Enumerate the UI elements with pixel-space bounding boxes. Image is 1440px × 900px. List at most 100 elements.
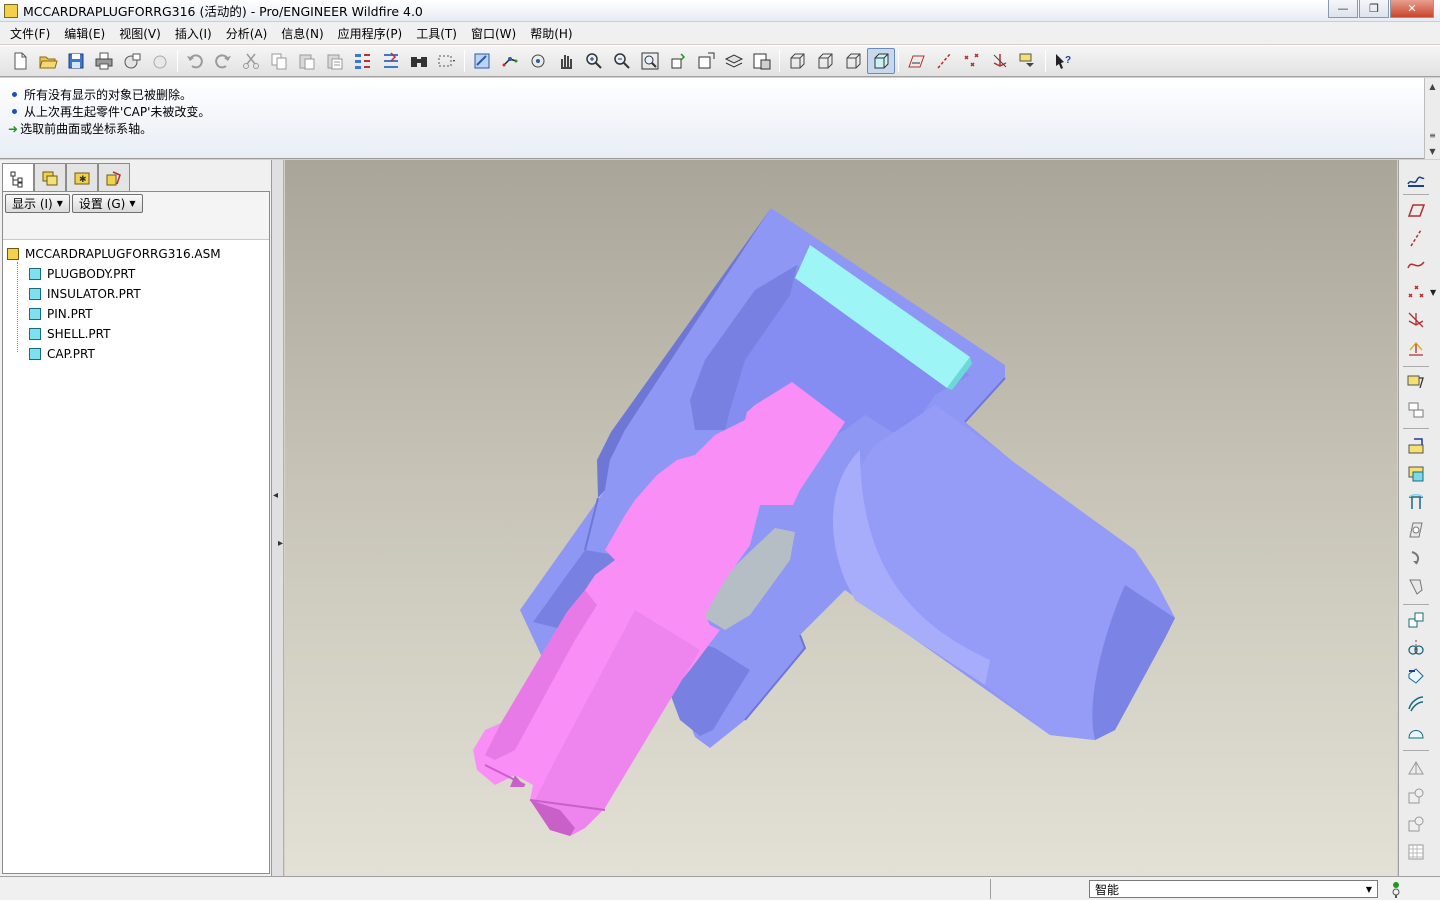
maximize-button[interactable]: ❐ bbox=[1359, 0, 1389, 18]
menu-view[interactable]: 视图(V) bbox=[112, 25, 168, 42]
menu-edit[interactable]: 编辑(E) bbox=[57, 25, 112, 42]
datum-point-icon[interactable] bbox=[1403, 280, 1429, 304]
datum-csys-icon[interactable] bbox=[1403, 308, 1429, 332]
scroll-thumb[interactable]: ≡ bbox=[1425, 127, 1440, 143]
datum-points-icon[interactable] bbox=[958, 48, 986, 74]
no-hidden-icon[interactable] bbox=[839, 48, 867, 74]
tree-node-part[interactable]: SHELL.PRT bbox=[7, 324, 269, 344]
new-icon[interactable] bbox=[6, 48, 34, 74]
menu-analysis[interactable]: 分析(A) bbox=[219, 25, 275, 42]
assembly-model-view[interactable] bbox=[285, 160, 1397, 876]
datum-plane-icon[interactable] bbox=[1403, 198, 1429, 222]
part-icon bbox=[29, 288, 41, 300]
menu-insert[interactable]: 插入(I) bbox=[168, 25, 219, 42]
pattern-icon[interactable] bbox=[1403, 546, 1429, 570]
toolbar-separator bbox=[177, 50, 178, 72]
style-icon[interactable] bbox=[1403, 636, 1429, 660]
panel-splitter[interactable]: ◂ ▸ bbox=[272, 160, 284, 876]
assembly-feature-icon[interactable] bbox=[1403, 434, 1429, 458]
saved-views-icon[interactable] bbox=[692, 48, 720, 74]
tab-favorites[interactable]: ✱ bbox=[66, 163, 98, 191]
tree-node-part[interactable]: INSULATOR.PRT bbox=[7, 284, 269, 304]
thicken-icon[interactable] bbox=[1403, 784, 1429, 808]
open-icon[interactable] bbox=[34, 48, 62, 74]
regen-manager-icon[interactable] bbox=[377, 48, 405, 74]
tree-node-part[interactable]: CAP.PRT bbox=[7, 344, 269, 364]
settings-dropdown[interactable]: 设置 (G) ▼ bbox=[71, 194, 143, 213]
coordinate-systems-icon[interactable] bbox=[986, 48, 1014, 74]
tree-node-part[interactable]: PLUGBODY.PRT bbox=[7, 264, 269, 284]
menu-tools[interactable]: 工具(T) bbox=[409, 25, 464, 42]
cut-icon[interactable] bbox=[237, 48, 265, 74]
sketch-icon[interactable] bbox=[1403, 168, 1429, 192]
regenerate-icon[interactable] bbox=[349, 48, 377, 74]
shading-icon[interactable] bbox=[867, 48, 895, 74]
email-link-icon[interactable] bbox=[146, 48, 174, 74]
print-icon[interactable] bbox=[90, 48, 118, 74]
scroll-down-icon[interactable]: ▼ bbox=[1425, 143, 1440, 159]
spin-center-icon[interactable] bbox=[496, 48, 524, 74]
trim-icon[interactable] bbox=[1403, 720, 1429, 744]
save-icon[interactable] bbox=[62, 48, 90, 74]
tab-connections[interactable] bbox=[98, 163, 130, 191]
message-scrollbar[interactable]: ▲ ≡ ▼ bbox=[1424, 78, 1440, 159]
orient-icon[interactable] bbox=[524, 48, 552, 74]
tab-folder-browser[interactable] bbox=[34, 163, 66, 191]
menu-info[interactable]: 信息(N) bbox=[274, 25, 330, 42]
zoom-out-icon[interactable] bbox=[608, 48, 636, 74]
mirror-icon[interactable] bbox=[1403, 574, 1429, 598]
tree-node-root[interactable]: MCCARDRAPLUGFORRG316.ASM bbox=[7, 244, 269, 264]
datum-planes-icon[interactable] bbox=[902, 48, 930, 74]
datum-curve-icon[interactable] bbox=[1403, 252, 1429, 276]
pan-icon[interactable] bbox=[552, 48, 580, 74]
repaint-icon[interactable] bbox=[468, 48, 496, 74]
tab-model-tree[interactable] bbox=[2, 163, 34, 193]
datum-axes-icon[interactable] bbox=[930, 48, 958, 74]
expand-right-icon[interactable]: ▸ bbox=[278, 538, 283, 549]
table-icon[interactable] bbox=[1403, 840, 1429, 864]
hidden-line-icon[interactable] bbox=[811, 48, 839, 74]
merge-icon[interactable] bbox=[1403, 692, 1429, 716]
wireframe-icon[interactable] bbox=[783, 48, 811, 74]
collapse-left-icon[interactable]: ◂ bbox=[273, 490, 278, 501]
move-icon[interactable] bbox=[1403, 608, 1429, 632]
menu-help[interactable]: 帮助(H) bbox=[523, 25, 579, 42]
show-dropdown[interactable]: 显示 (I) ▼ bbox=[5, 194, 70, 213]
graphics-window[interactable] bbox=[285, 160, 1397, 876]
find-icon[interactable] bbox=[405, 48, 433, 74]
offset-icon[interactable] bbox=[1403, 756, 1429, 780]
refit-icon[interactable] bbox=[636, 48, 664, 74]
selection-filter-select[interactable]: 智能 ▼ bbox=[1089, 880, 1378, 898]
paste-special-icon[interactable] bbox=[321, 48, 349, 74]
solidify-icon[interactable] bbox=[1403, 812, 1429, 836]
paste-icon[interactable] bbox=[293, 48, 321, 74]
datum-axis-icon[interactable] bbox=[1403, 226, 1429, 250]
analysis-icon[interactable] bbox=[1403, 336, 1429, 360]
tree-node-part[interactable]: PIN.PRT bbox=[7, 304, 269, 324]
email-icon[interactable] bbox=[118, 48, 146, 74]
undo-icon[interactable] bbox=[181, 48, 209, 74]
message-text: 从上次再生起零件'CAP'未被改变。 bbox=[24, 105, 211, 119]
zoom-in-icon[interactable] bbox=[580, 48, 608, 74]
revolve-icon[interactable] bbox=[1403, 490, 1429, 514]
select-box-icon[interactable] bbox=[433, 48, 461, 74]
scroll-up-icon[interactable]: ▲ bbox=[1425, 78, 1440, 94]
minimize-button[interactable]: — bbox=[1328, 0, 1358, 18]
menu-window[interactable]: 窗口(W) bbox=[464, 25, 523, 42]
view-manager-icon[interactable] bbox=[748, 48, 776, 74]
component-place-icon[interactable] bbox=[1403, 370, 1429, 394]
boundary-icon[interactable] bbox=[1403, 664, 1429, 688]
redo-icon[interactable] bbox=[209, 48, 237, 74]
layers-icon[interactable] bbox=[720, 48, 748, 74]
copy-icon[interactable] bbox=[265, 48, 293, 74]
annotations-icon[interactable] bbox=[1014, 48, 1042, 74]
menu-file[interactable]: 文件(F) bbox=[3, 25, 57, 42]
component-create-icon[interactable] bbox=[1403, 398, 1429, 422]
menu-applications[interactable]: 应用程序(P) bbox=[331, 25, 410, 42]
caret-down-icon[interactable]: ▼ bbox=[1430, 288, 1436, 297]
extrude-icon[interactable] bbox=[1403, 462, 1429, 486]
close-button[interactable]: ✕ bbox=[1390, 0, 1434, 18]
reorient-icon[interactable] bbox=[664, 48, 692, 74]
whats-this-icon[interactable]: ? bbox=[1049, 48, 1077, 74]
hole-icon[interactable] bbox=[1403, 518, 1429, 542]
